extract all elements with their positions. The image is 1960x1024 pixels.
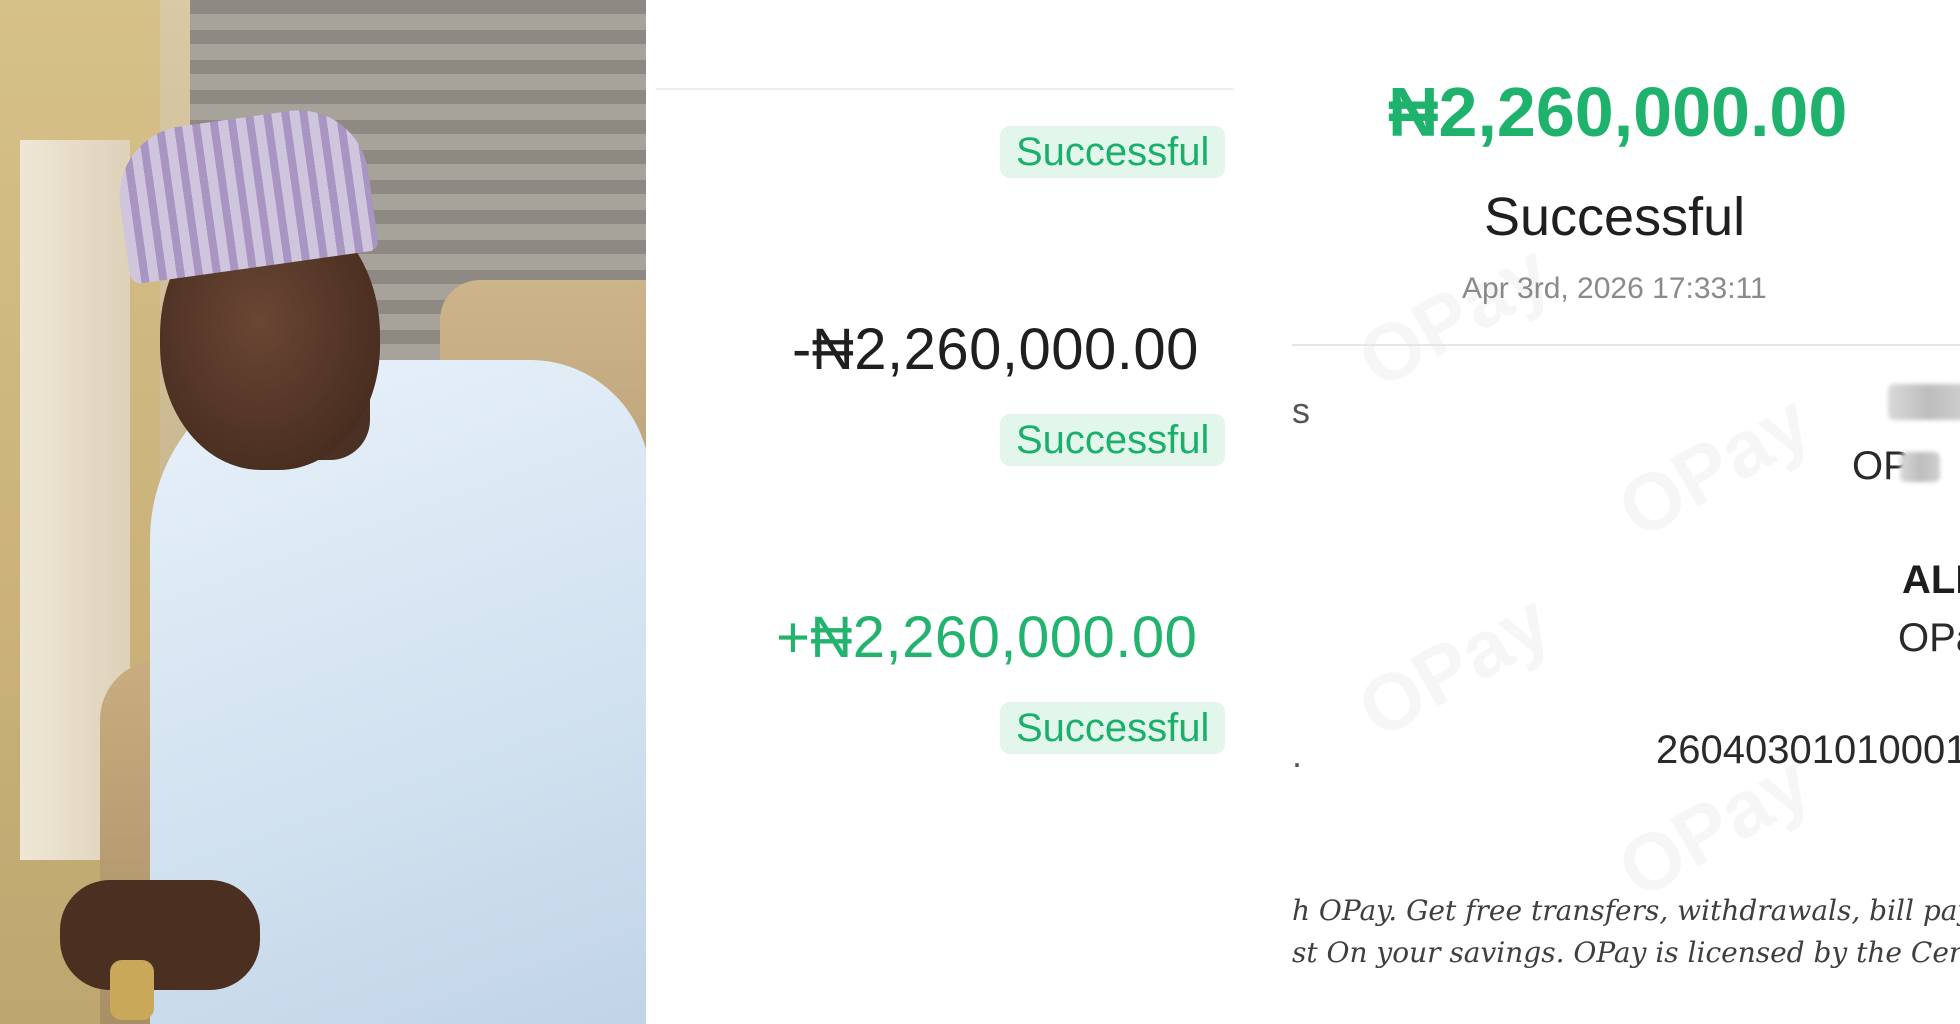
- transaction-list: Successful -₦2,260,000.00 Successful +₦2…: [646, 0, 1292, 1024]
- photo-watch: [110, 960, 154, 1020]
- receipt-amount: ₦2,260,000.00: [1388, 73, 1848, 151]
- status-badge: Successful: [1000, 702, 1226, 754]
- footer-line: st On your savings. OPay is licensed by …: [1292, 936, 1960, 969]
- status-badge: Successful: [1000, 414, 1226, 466]
- footer-line: h OPay. Get free transfers, withdrawals,…: [1292, 894, 1960, 927]
- opay-watermark: OPay: [1343, 225, 1566, 407]
- opay-watermark: OPay: [1343, 575, 1566, 757]
- receipt-divider: [1292, 344, 1960, 346]
- recipient-bank: OPa: [1898, 616, 1960, 660]
- receipt-status: Successful: [1484, 187, 1746, 247]
- receipt-footer: h OPay. Get free transfers, withdrawals,…: [1292, 890, 1960, 974]
- list-divider: [656, 88, 1234, 90]
- opay-watermark: OPay: [1603, 375, 1826, 557]
- redacted-sender-bank: [1900, 452, 1940, 482]
- status-badge: Successful: [1000, 126, 1226, 178]
- photo-hand: [60, 880, 260, 990]
- debit-amount[interactable]: -₦2,260,000.00: [792, 316, 1198, 383]
- receipt-datetime: Apr 3rd, 2026 17:33:11: [1462, 272, 1767, 305]
- transaction-number[interactable]: 26040301010001: [1656, 728, 1960, 773]
- person-photo: [0, 0, 646, 1024]
- transaction-receipt: OPay OPay OPay OPay ₦2,260,000.00 Succes…: [1292, 0, 1960, 1024]
- recipient-name: ALIYU: [1902, 558, 1960, 602]
- row-label-fragment: s: [1292, 390, 1310, 431]
- credit-amount[interactable]: +₦2,260,000.00: [776, 604, 1197, 671]
- row-label-fragment: .: [1292, 734, 1303, 775]
- redacted-sender-name: [1888, 384, 1960, 420]
